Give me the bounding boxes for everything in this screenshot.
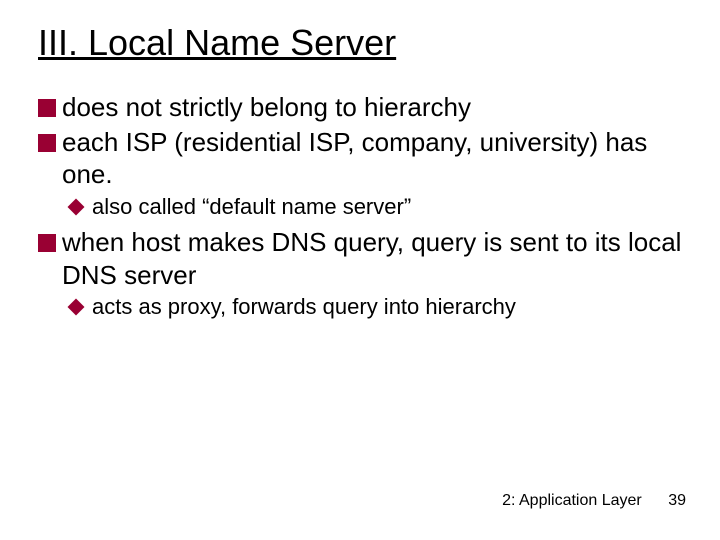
subbullet-text: also called “default name server” <box>92 193 682 221</box>
diamond-bullet-icon <box>68 299 85 316</box>
subbullet-text: acts as proxy, forwards query into hiera… <box>92 293 682 321</box>
bullet-level1: each ISP (residential ISP, company, univ… <box>38 126 682 191</box>
square-bullet-icon <box>38 234 56 252</box>
square-bullet-icon <box>38 134 56 152</box>
bullet-level2: also called “default name server” <box>68 193 682 221</box>
slide-footer: 2: Application Layer 39 <box>502 492 686 510</box>
slide-title: III. Local Name Server <box>38 22 682 63</box>
square-bullet-icon <box>38 99 56 117</box>
bullet-text: each ISP (residential ISP, company, univ… <box>62 126 682 191</box>
slide-body: does not strictly belong to hierarchy ea… <box>38 91 682 321</box>
bullet-level2: acts as proxy, forwards query into hiera… <box>68 293 682 321</box>
footer-chapter: 2: Application Layer <box>502 492 642 509</box>
bullet-level1: does not strictly belong to hierarchy <box>38 91 682 124</box>
slide: III. Local Name Server does not strictly… <box>0 0 720 540</box>
bullet-text: when host makes DNS query, query is sent… <box>62 226 682 291</box>
diamond-bullet-icon <box>68 198 85 215</box>
bullet-text: does not strictly belong to hierarchy <box>62 91 682 124</box>
bullet-level1: when host makes DNS query, query is sent… <box>38 226 682 291</box>
footer-page-number: 39 <box>668 492 686 509</box>
